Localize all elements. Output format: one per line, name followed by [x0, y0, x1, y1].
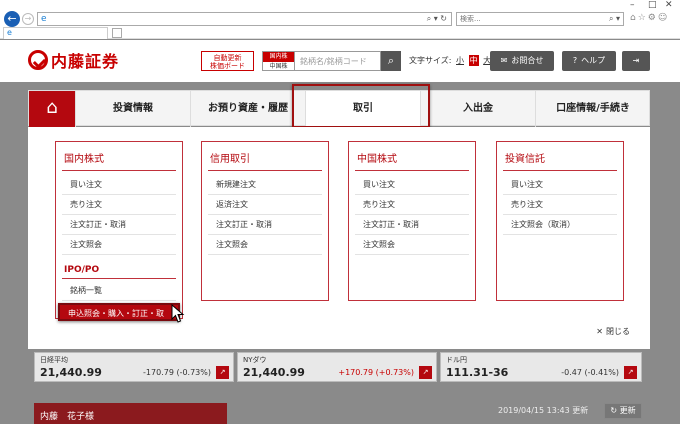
market-value: 21,440.99 [40, 366, 102, 379]
ipo-application-link[interactable]: 申込照会・購入・訂正・取消 [58, 303, 180, 336]
search-icon: ⌕ [387, 54, 395, 67]
close-icon: ✕ [596, 327, 603, 336]
trade-dropdown-menu: 国内株式 買い注文 売り注文 注文訂正・取消 注文照会 IPO/PO 銘柄一覧 … [28, 127, 650, 349]
close-menu-button[interactable]: ✕ 閉じる [596, 326, 630, 337]
domestic-order-inquiry[interactable]: 注文照会 [62, 235, 176, 255]
chart-icon[interactable]: ↗ [419, 366, 432, 379]
fund-column: 投資信託 買い注文 売り注文 注文照会（取消） [496, 141, 624, 301]
market-indices: 日経平均 21,440.99 -170.79 (-0.73%) ↗ NYダウ 2… [34, 352, 642, 382]
font-size-label: 文字サイズ: [409, 56, 452, 65]
margin-trade-column: 信用取引 新規建注文 返済注文 注文訂正・取消 注文照会 [201, 141, 329, 301]
help-button[interactable]: ? ヘルプ [562, 51, 616, 71]
new-tab-button[interactable] [112, 28, 122, 38]
market-name: 日経平均 [40, 356, 68, 364]
help-icon: ? [572, 56, 578, 65]
main-nav: ⌂ 投資情報 お預り資産・履歴 取引 入出金 口座情報/手続き [28, 90, 650, 127]
china-stock-toggle[interactable]: 中国株 [263, 62, 294, 71]
margin-order-inquiry[interactable]: 注文照会 [208, 235, 322, 255]
ie-icon: e [41, 14, 47, 24]
close-label: 閉じる [606, 327, 630, 336]
domestic-stock-heading: 国内株式 [62, 148, 176, 171]
market-item-usdjpy: ドル円 111.31-36 -0.47 (-0.41%) ↗ [440, 352, 642, 382]
market-item-nydow: NYダウ 21,440.99 +170.79 (+0.73%) ↗ [237, 352, 437, 382]
nav-assets-history[interactable]: お預り資産・履歴 [190, 91, 305, 127]
logout-button[interactable]: ⇥ [622, 51, 650, 71]
contact-button[interactable]: ✉ お問合せ [490, 51, 554, 71]
china-sell-order[interactable]: 売り注文 [355, 195, 469, 215]
market-change: -0.47 (-0.41%) [561, 368, 619, 377]
margin-new-order[interactable]: 新規建注文 [208, 175, 322, 195]
font-size-control: 文字サイズ: 小 中 大 [409, 55, 491, 66]
fund-buy-order[interactable]: 買い注文 [503, 175, 617, 195]
ipo-po-heading: IPO/PO [62, 255, 176, 279]
fund-heading: 投資信託 [503, 148, 617, 171]
tab-strip: e [0, 27, 680, 39]
market-name: NYダウ [243, 356, 267, 364]
tab-ie-icon: e [7, 28, 12, 37]
china-stock-heading: 中国株式 [355, 148, 469, 171]
fund-sell-order[interactable]: 売り注文 [503, 195, 617, 215]
refresh-icon: ↻ [610, 406, 618, 415]
china-order-inquiry[interactable]: 注文照会 [355, 235, 469, 255]
stock-board-button[interactable]: 自動更新 株価ボード [201, 51, 254, 71]
nav-account-info[interactable]: 口座情報/手続き [535, 91, 650, 127]
china-buy-order[interactable]: 買い注文 [355, 175, 469, 195]
font-size-small[interactable]: 小 [456, 55, 464, 66]
nav-investment-info[interactable]: 投資情報 [75, 91, 190, 127]
chart-icon[interactable]: ↗ [624, 366, 637, 379]
logout-icon: ⇥ [632, 56, 640, 65]
home-icon: ⌂ [46, 97, 58, 118]
fund-order-inquiry[interactable]: 注文照会（取消） [503, 215, 617, 235]
browser-search-controls[interactable]: ⌕ ▾ [609, 14, 620, 24]
china-order-modify-cancel[interactable]: 注文訂正・取消 [355, 215, 469, 235]
help-label: ヘルプ [581, 56, 606, 65]
margin-repay-order[interactable]: 返済注文 [208, 195, 322, 215]
user-name-banner: 内藤 花子様 [34, 403, 227, 424]
browser-search-input[interactable] [457, 13, 587, 25]
back-button[interactable]: ← [4, 11, 20, 27]
last-updated-timestamp: 2019/04/15 13:43 更新 [498, 406, 589, 415]
font-size-medium[interactable]: 中 [468, 55, 479, 66]
url-bar[interactable]: e ⌕ ▾ ↻ [37, 12, 452, 26]
nav-trade[interactable]: 取引 [305, 91, 420, 127]
china-stock-column: 中国株式 買い注文 売り注文 注文訂正・取消 注文照会 [348, 141, 476, 301]
market-change: -170.79 (-0.73%) [143, 368, 211, 377]
browser-tab[interactable]: e [3, 27, 108, 39]
refresh-label: 更新 [619, 406, 636, 415]
market-switch[interactable]: 国内株 中国株 [262, 51, 295, 71]
logo-text: 内藤証券 [51, 52, 120, 71]
browser-toolbar-icons[interactable]: ⌂☆⚙☺ [630, 13, 669, 23]
domestic-stock-column: 国内株式 買い注文 売り注文 注文訂正・取消 注文照会 IPO/PO 銘柄一覧 … [55, 141, 183, 336]
refresh-button[interactable]: ↻ 更新 [604, 403, 642, 419]
domestic-order-modify-cancel[interactable]: 注文訂正・取消 [62, 215, 176, 235]
market-name: ドル円 [446, 356, 467, 364]
forward-button[interactable]: → [22, 13, 34, 25]
site-logo[interactable]: 内藤証券 [28, 48, 119, 72]
domestic-buy-order[interactable]: 買い注文 [62, 175, 176, 195]
nav-deposit-withdraw[interactable]: 入出金 [420, 91, 535, 127]
browser-search-box[interactable]: ⌕ ▾ [456, 12, 624, 26]
site-header: 内藤証券 自動更新 株価ボード 国内株 中国株 ⌕ 文字サイズ: 小 中 大 ✉… [0, 40, 680, 82]
domestic-sell-order[interactable]: 売り注文 [62, 195, 176, 215]
market-value: 21,440.99 [243, 366, 305, 379]
market-value: 111.31-36 [446, 366, 509, 379]
logo-icon [28, 50, 48, 70]
chart-icon[interactable]: ↗ [216, 366, 229, 379]
mail-icon: ✉ [500, 56, 508, 65]
domestic-stock-toggle[interactable]: 国内株 [263, 52, 294, 62]
market-item-nikkei: 日経平均 21,440.99 -170.79 (-0.73%) ↗ [34, 352, 234, 382]
margin-order-modify-cancel[interactable]: 注文訂正・取消 [208, 215, 322, 235]
url-controls[interactable]: ⌕ ▾ ↻ [427, 14, 447, 24]
mouse-cursor-icon [171, 304, 185, 323]
nav-home[interactable]: ⌂ [29, 91, 75, 127]
market-change: +170.79 (+0.73%) [338, 368, 414, 377]
ipo-list[interactable]: 銘柄一覧 [62, 281, 176, 301]
margin-trade-heading: 信用取引 [208, 148, 322, 171]
stock-code-input[interactable] [295, 51, 381, 71]
search-button[interactable]: ⌕ [381, 51, 401, 71]
contact-label: お問合せ [511, 56, 544, 65]
